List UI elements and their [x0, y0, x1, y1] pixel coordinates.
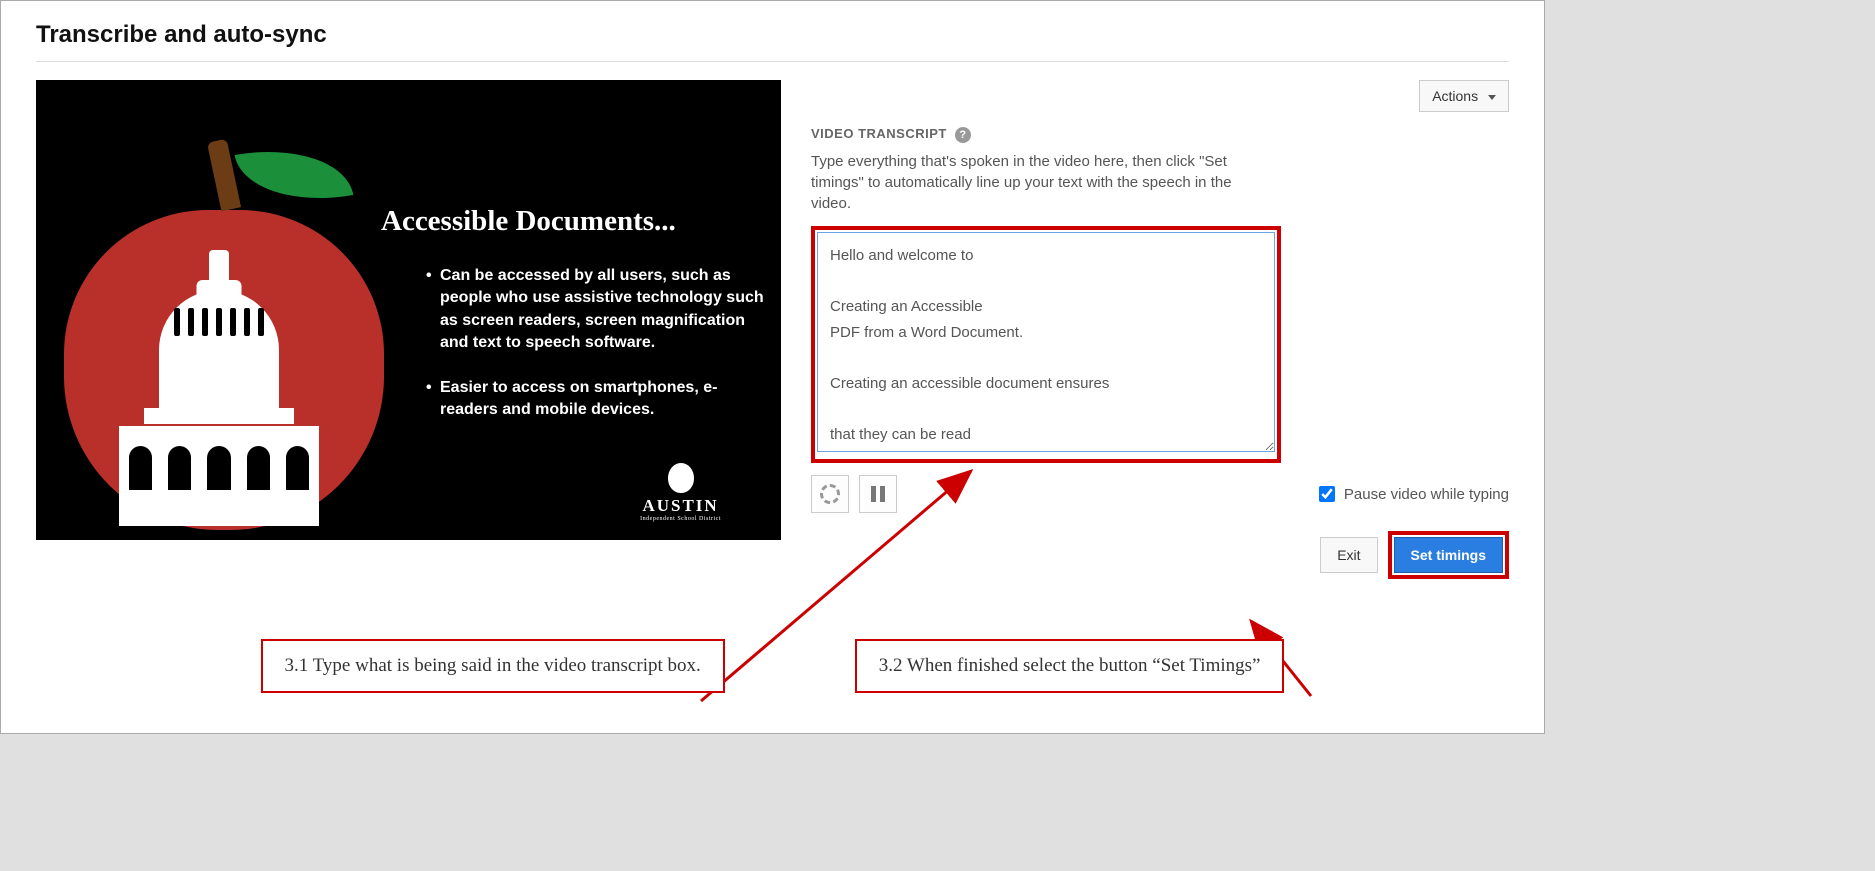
video-slide-title: Accessible Documents...	[381, 205, 676, 238]
transcript-input[interactable]	[817, 232, 1275, 452]
capitol-dome-lines	[174, 308, 264, 336]
capitol-arches	[129, 446, 309, 490]
exit-button[interactable]: Exit	[1320, 537, 1377, 573]
main-row: Accessible Documents... Can be accessed …	[36, 80, 1509, 579]
help-icon[interactable]: ?	[955, 127, 971, 143]
actions-label: Actions	[1432, 88, 1478, 104]
caret-down-icon	[1488, 95, 1496, 100]
controls-row: Pause video while typing	[811, 475, 1509, 513]
capitol-band	[144, 408, 294, 424]
austin-logo-icon	[668, 463, 694, 493]
transcript-label-text: VIDEO TRANSCRIPT	[811, 126, 947, 141]
video-slide-bullets: Can be accessed by all users, such as pe…	[426, 265, 766, 443]
austin-logo: AUSTIN Independent School District	[640, 463, 721, 522]
transcript-section-label: VIDEO TRANSCRIPT ?	[811, 126, 1509, 143]
page-container: Transcribe and auto-sync	[0, 0, 1545, 734]
loading-icon	[820, 484, 840, 504]
pause-button[interactable]	[859, 475, 897, 513]
video-player[interactable]: Accessible Documents... Can be accessed …	[36, 80, 781, 540]
actions-dropdown[interactable]: Actions	[1419, 80, 1509, 112]
pause-checkbox-label: Pause video while typing	[1344, 486, 1509, 503]
austin-logo-label: AUSTIN	[640, 496, 721, 516]
set-timings-highlight-box: Set timings	[1388, 531, 1509, 579]
apple-graphic	[64, 140, 374, 530]
callout-1: 3.1 Type what is being said in the video…	[261, 639, 725, 693]
page-title: Transcribe and auto-sync	[36, 21, 1509, 49]
pause-icon	[871, 486, 885, 502]
austin-logo-sub: Independent School District	[640, 516, 721, 522]
loading-button[interactable]	[811, 475, 849, 513]
apple-leaf	[235, 136, 354, 214]
apple-stem	[207, 139, 241, 212]
video-bullet-1: Can be accessed by all users, such as pe…	[426, 265, 766, 355]
transcript-panel: Actions VIDEO TRANSCRIPT ? Type everythi…	[811, 80, 1509, 579]
annotation-callouts: 3.1 Type what is being said in the video…	[36, 639, 1509, 693]
callout-2: 3.2 When finished select the button “Set…	[855, 639, 1285, 693]
capitol-base	[119, 426, 319, 526]
transcript-description: Type everything that's spoken in the vid…	[811, 151, 1271, 214]
pause-checkbox[interactable]	[1319, 486, 1335, 502]
pause-while-typing[interactable]: Pause video while typing	[1315, 483, 1509, 505]
capitol-graphic	[119, 250, 319, 530]
set-timings-button[interactable]: Set timings	[1394, 537, 1503, 573]
footer-buttons: Exit Set timings	[811, 531, 1509, 579]
divider	[36, 61, 1509, 62]
video-bullet-2: Easier to access on smartphones, e-reade…	[426, 377, 766, 422]
transcript-highlight-box	[811, 226, 1281, 463]
